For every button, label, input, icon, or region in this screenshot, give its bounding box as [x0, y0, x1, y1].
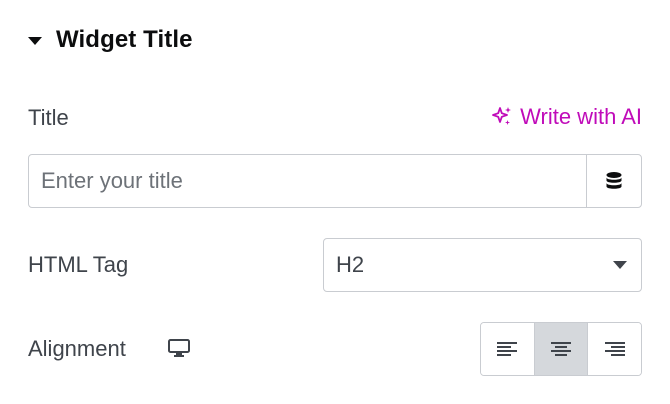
write-with-ai-label: Write with AI	[520, 104, 642, 129]
database-icon	[606, 172, 622, 189]
align-center-icon	[551, 342, 571, 356]
title-label: Title	[28, 105, 69, 130]
section-title: Widget Title	[56, 26, 193, 53]
html-tag-select[interactable]: H2	[323, 238, 642, 292]
align-left-icon	[497, 342, 518, 356]
caret-down-icon	[28, 37, 42, 45]
align-center-button[interactable]	[533, 323, 588, 375]
alignment-control	[480, 322, 642, 376]
monitor-icon[interactable]	[167, 338, 191, 363]
widget-title-panel: Widget Title Title Write with AI HTML Ta…	[0, 0, 670, 404]
align-right-button[interactable]	[587, 323, 641, 375]
chevron-down-icon	[613, 261, 627, 269]
html-tag-value: H2	[336, 252, 365, 277]
section-toggle[interactable]: Widget Title	[28, 22, 193, 58]
title-input-group	[28, 154, 642, 208]
alignment-label: Alignment	[28, 336, 126, 361]
dynamic-tags-button[interactable]	[586, 155, 641, 207]
align-left-button[interactable]	[481, 323, 534, 375]
title-input[interactable]	[29, 155, 586, 207]
align-right-icon	[604, 342, 625, 356]
html-tag-label: HTML Tag	[28, 252, 129, 277]
sparkle-icon	[492, 107, 512, 125]
write-with-ai-button[interactable]: Write with AI	[490, 104, 642, 130]
